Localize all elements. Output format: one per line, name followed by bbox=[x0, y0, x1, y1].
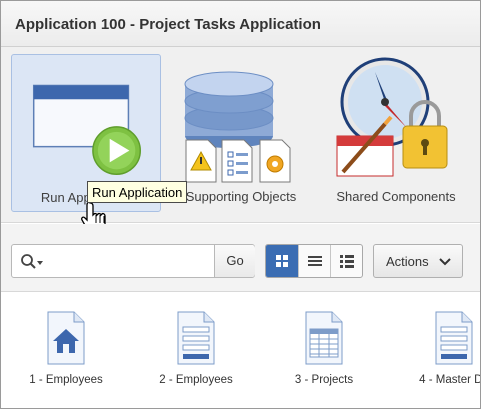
run-application-tooltip: Run Application bbox=[87, 181, 188, 203]
application-window: Application 100 - Project Tasks Applicat… bbox=[0, 0, 481, 409]
icons-view-button[interactable] bbox=[266, 245, 298, 277]
actions-label: Actions bbox=[386, 254, 429, 269]
go-button[interactable]: Go bbox=[214, 245, 255, 277]
hero-region: Run Application Supporting Objects Share… bbox=[1, 47, 480, 233]
pages-grid: 1 - Employees 2 - Employees 3 - Projects… bbox=[1, 293, 480, 408]
page-item[interactable]: 3 - Projects bbox=[269, 311, 379, 401]
page-label: 2 - Employees bbox=[159, 374, 233, 386]
page-item[interactable]: 1 - Employees bbox=[11, 311, 121, 401]
shared-components-label: Shared Components bbox=[336, 189, 456, 204]
supporting-objects-tile[interactable]: Supporting Objects bbox=[166, 54, 316, 212]
page-label: 4 - Master De bbox=[419, 374, 480, 386]
title-bar: Application 100 - Project Tasks Applicat… bbox=[1, 1, 480, 47]
shared-components-icon bbox=[336, 57, 448, 177]
report-page-icon bbox=[305, 311, 343, 365]
supporting-objects-label: Supporting Objects bbox=[185, 189, 297, 204]
page-label: 3 - Projects bbox=[294, 374, 354, 386]
list-view-button[interactable] bbox=[298, 245, 330, 277]
home-page-icon bbox=[47, 311, 85, 365]
icons-view-icon bbox=[276, 255, 288, 267]
run-application-icon bbox=[32, 84, 142, 176]
search-box: Go bbox=[11, 244, 255, 278]
chevron-down-icon bbox=[439, 258, 451, 266]
toolbar: Go Actions bbox=[1, 224, 480, 292]
search-input[interactable] bbox=[46, 248, 212, 274]
actions-menu-button[interactable]: Actions bbox=[373, 244, 463, 278]
page-item[interactable]: 2 - Employees bbox=[141, 311, 251, 401]
view-switcher bbox=[265, 244, 363, 278]
shared-components-tile[interactable]: Shared Components bbox=[321, 54, 471, 212]
form-page-icon bbox=[177, 311, 215, 365]
form-page-icon bbox=[435, 311, 473, 365]
search-icon[interactable] bbox=[20, 253, 46, 271]
details-view-button[interactable] bbox=[330, 245, 362, 277]
page-title: Application 100 - Project Tasks Applicat… bbox=[15, 16, 321, 33]
page-label: 1 - Employees bbox=[29, 374, 103, 386]
details-view-icon bbox=[339, 255, 354, 268]
supporting-objects-icon bbox=[184, 71, 291, 183]
list-view-icon bbox=[307, 256, 322, 266]
page-item[interactable]: 4 - Master De bbox=[399, 311, 480, 401]
